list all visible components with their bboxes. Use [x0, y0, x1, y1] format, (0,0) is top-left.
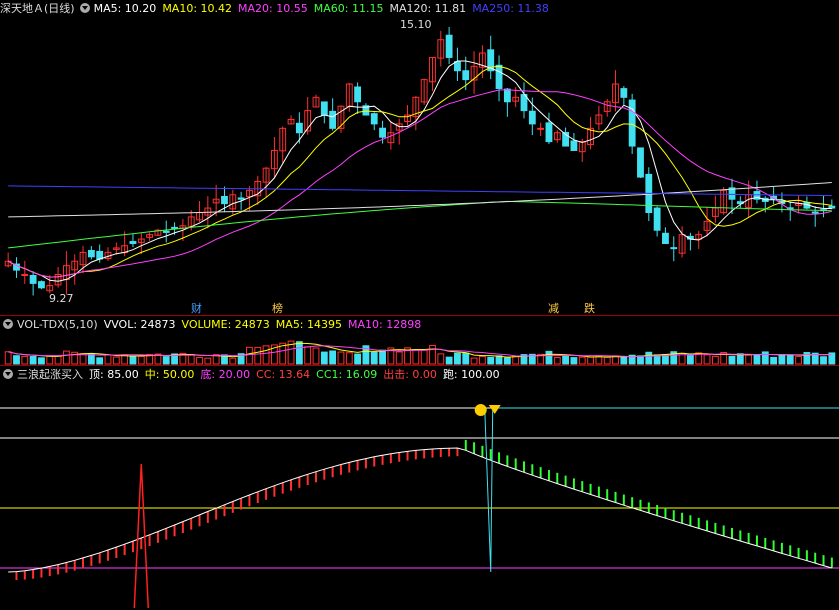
oscillator-line [8, 447, 832, 573]
smiley-icon [474, 404, 487, 416]
indicator-chart[interactable] [0, 0, 839, 610]
sell-signal-spike [484, 407, 839, 573]
arrow-down-icon [488, 405, 501, 414]
